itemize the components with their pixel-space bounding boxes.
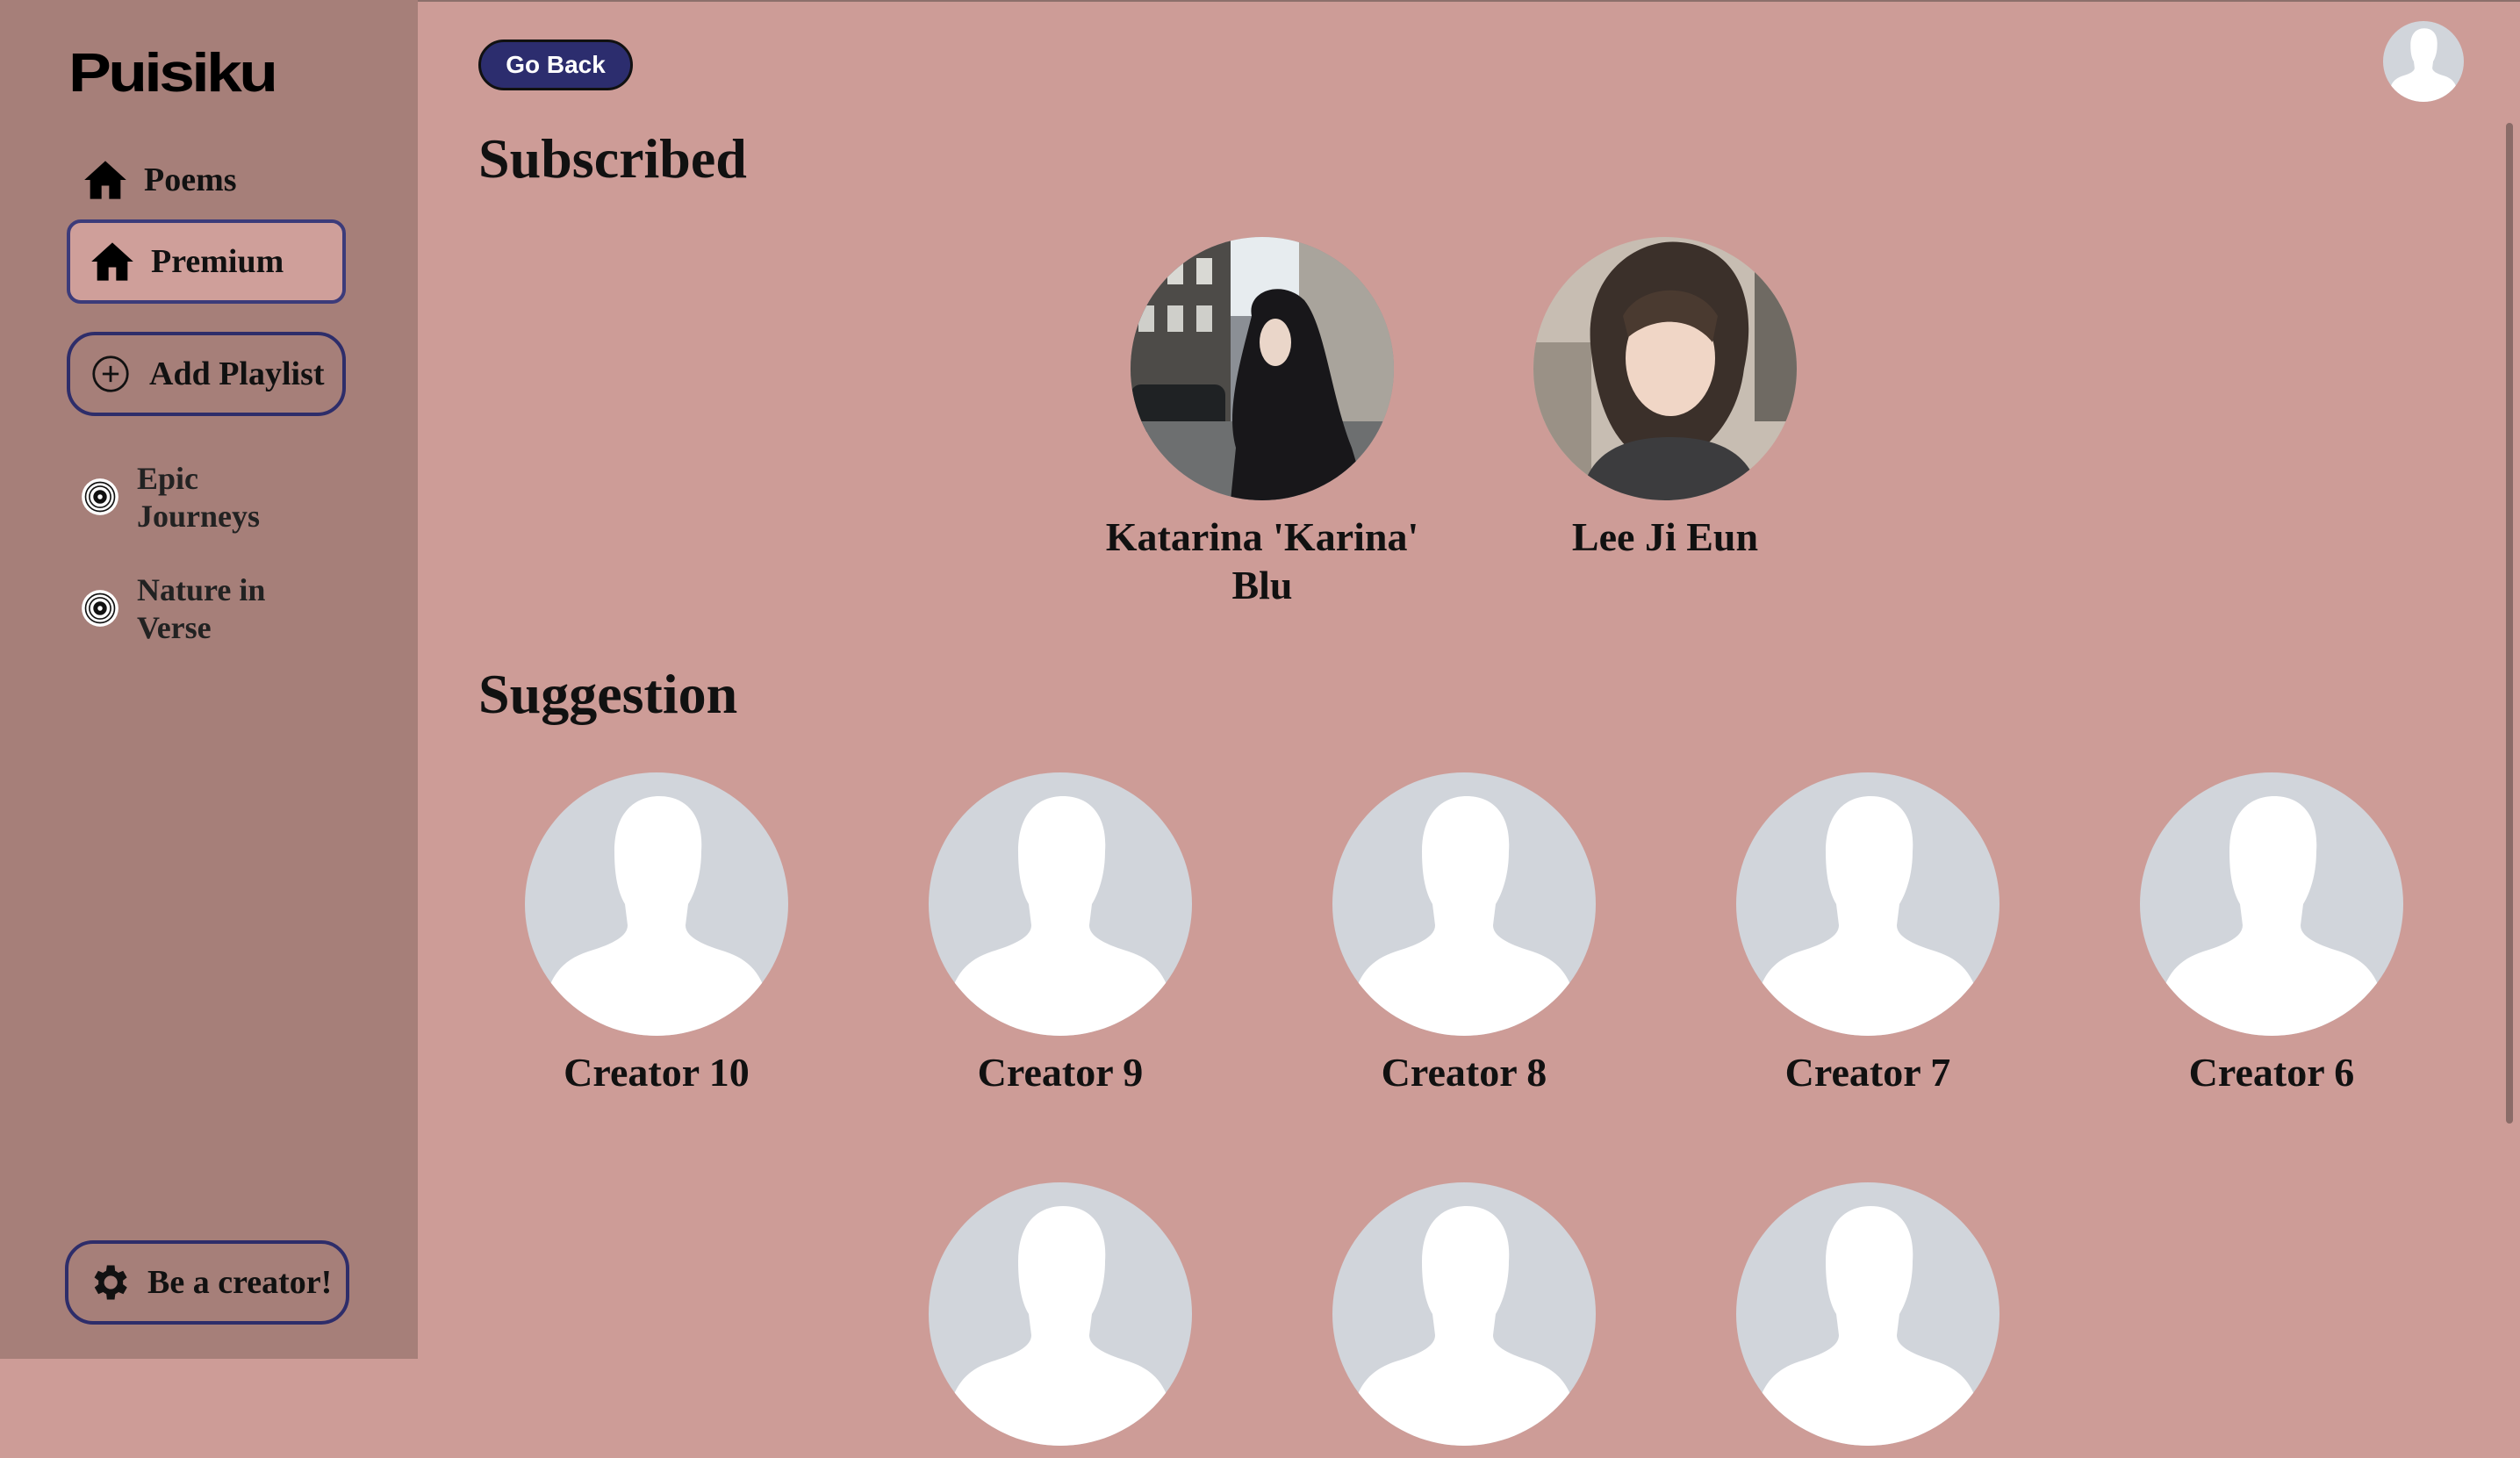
home-icon xyxy=(83,157,128,203)
go-back-button[interactable]: Go Back xyxy=(478,40,633,90)
placeholder-avatar-image xyxy=(1332,1182,1596,1446)
playlist-label-line2: Journeys xyxy=(137,499,261,534)
playlist-item-epic-journeys[interactable]: Epic Journeys xyxy=(81,460,260,535)
suggested-creator-card[interactable] xyxy=(1684,1182,2052,1458)
vinyl-disc-icon xyxy=(81,478,119,516)
creator-name: Creator 6 xyxy=(2188,1050,2355,1095)
creator-name: Creator 7 xyxy=(1784,1050,1951,1095)
sidebar-item-premium[interactable]: Premium xyxy=(67,219,346,304)
vinyl-disc-icon xyxy=(81,589,119,628)
plus-circle-icon xyxy=(92,356,129,392)
subscribed-creator-card[interactable]: Katarina 'Karina' Blu xyxy=(1078,237,1447,609)
creator-name: Creator 9 xyxy=(977,1050,1144,1095)
suggested-creator-card[interactable]: Creator 9 xyxy=(876,772,1245,1096)
suggested-creator-card[interactable] xyxy=(1280,1182,1648,1458)
placeholder-avatar-image xyxy=(929,772,1192,1036)
vertical-scrollbar[interactable] xyxy=(2506,123,2513,1124)
add-playlist-button[interactable]: Add Playlist xyxy=(67,332,346,416)
placeholder-avatar-image xyxy=(2140,772,2403,1036)
be-a-creator-button[interactable]: Be a creator! xyxy=(65,1240,349,1325)
app-logo[interactable]: Puisiku xyxy=(68,42,278,104)
profile-avatar-image xyxy=(2383,21,2464,102)
creator-photo xyxy=(1533,237,1797,500)
subscribed-section-title: Subscribed xyxy=(478,127,747,190)
sidebar-item-poems[interactable]: Poems xyxy=(83,154,237,206)
playlist-label-line1: Nature in xyxy=(137,572,266,607)
suggested-creator-card[interactable]: Creator 8 xyxy=(1280,772,1648,1096)
playlist-label-line2: Verse xyxy=(137,610,212,645)
playlist-item-nature-in-verse[interactable]: Nature in Verse xyxy=(81,571,265,647)
creator-name: Lee Ji Eun xyxy=(1571,514,1759,559)
be-a-creator-label: Be a creator! xyxy=(147,1264,333,1301)
sidebar: Puisiku Poems Premium Add Playlist Epic … xyxy=(0,0,418,1359)
suggested-creator-card[interactable]: Creator 10 xyxy=(472,772,841,1096)
placeholder-avatar-image xyxy=(1332,772,1596,1036)
user-avatar-icon[interactable] xyxy=(2383,21,2464,102)
placeholder-avatar-image xyxy=(1736,1182,1999,1446)
suggestion-section-title: Suggestion xyxy=(478,663,738,725)
add-playlist-label: Add Playlist xyxy=(149,356,325,392)
suggested-creator-card[interactable] xyxy=(876,1182,1245,1458)
suggested-creator-card[interactable]: Creator 7 xyxy=(1684,772,2052,1096)
creator-name: Katarina 'Karina' Blu xyxy=(1105,514,1419,607)
placeholder-avatar-image xyxy=(929,1182,1192,1446)
playlist-label-line1: Epic xyxy=(137,461,199,496)
suggested-creator-card[interactable]: Creator 6 xyxy=(2087,772,2456,1096)
sidebar-item-label: Premium xyxy=(151,243,284,280)
subscribed-creator-card[interactable]: Lee Ji Eun xyxy=(1481,237,1849,561)
placeholder-avatar-image xyxy=(525,772,788,1036)
home-icon xyxy=(90,239,135,284)
creator-name: Creator 10 xyxy=(564,1050,750,1095)
sidebar-item-label: Poems xyxy=(144,162,237,198)
creator-photo xyxy=(1131,237,1394,500)
gear-icon xyxy=(94,1265,127,1300)
creator-name: Creator 8 xyxy=(1381,1050,1547,1095)
placeholder-avatar-image xyxy=(1736,772,1999,1036)
